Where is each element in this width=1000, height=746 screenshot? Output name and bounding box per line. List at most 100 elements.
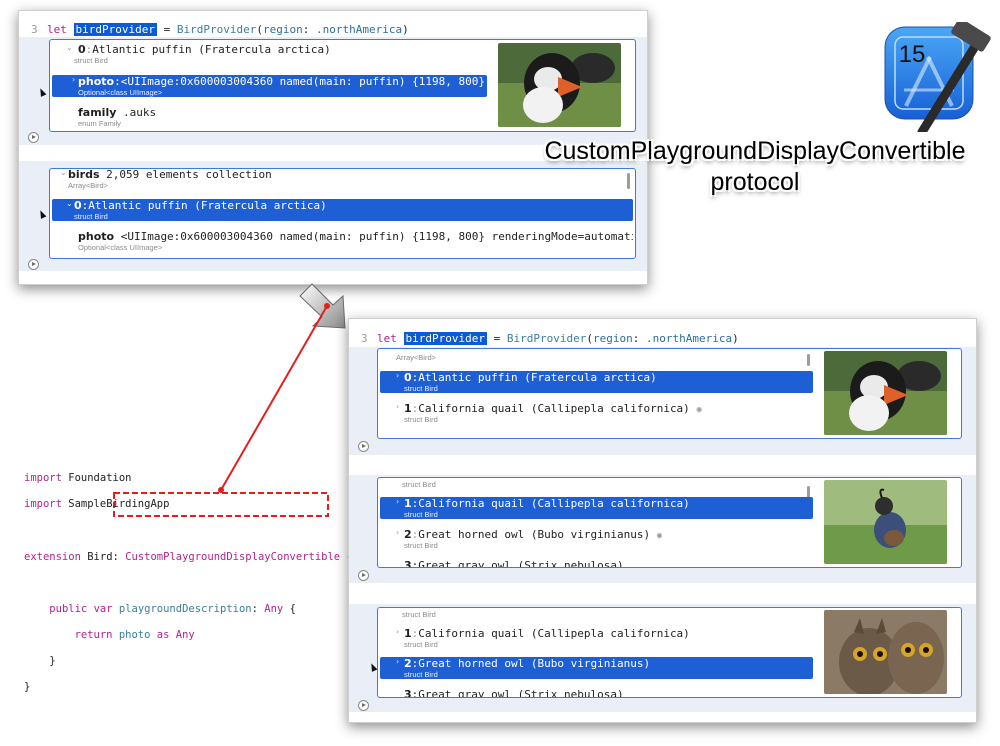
- chevron-down-icon[interactable]: ⌄: [66, 199, 73, 208]
- brace: }: [49, 655, 56, 667]
- item-type: struct Bird: [74, 212, 108, 221]
- chevron-right-icon[interactable]: ›: [396, 497, 399, 506]
- play-button[interactable]: [358, 570, 369, 581]
- param-label: region: [592, 332, 633, 345]
- result-panel-3: struct Bird › 1:California quail (Callip…: [377, 607, 962, 698]
- item-index: 0: [404, 371, 412, 384]
- eye-icon[interactable]: ◉: [657, 531, 662, 541]
- result-panel-1: ⌄ 0: Atlantic puffin (Fratercula arctica)…: [49, 39, 636, 132]
- item-text: Atlantic puffin (Fratercula arctica): [418, 371, 657, 384]
- list-item-selected[interactable]: › 0:Atlantic puffin (Fratercula arctica)…: [380, 371, 813, 393]
- play-button[interactable]: [358, 700, 369, 711]
- item-index: 2: [404, 657, 412, 670]
- param-label: region: [262, 23, 303, 36]
- list-item-selected[interactable]: › photo:<UIImage:0x600003004360 named(ma…: [52, 75, 487, 97]
- list-item-selected[interactable]: › 1:California quail (Callipepla califor…: [380, 497, 813, 519]
- item-name: family: [78, 106, 117, 119]
- param-value: .northAmerica: [645, 332, 733, 345]
- identifier: photo: [118, 629, 151, 641]
- item-text: <UIImage:0x600003004360 named(main: puff…: [120, 230, 633, 243]
- chevron-right-icon[interactable]: ›: [396, 371, 399, 380]
- item-name: birds: [68, 168, 100, 181]
- module-name: SampleBirdingApp: [68, 498, 170, 510]
- type-name: Any: [175, 629, 195, 641]
- keyword: as: [156, 629, 170, 641]
- code-line: import Foundation: [24, 472, 353, 485]
- item-text: <UIImage:0x600003004360 named(main: puff…: [120, 75, 487, 88]
- protocol-name: CustomPlaygroundDisplayConvertible: [125, 551, 341, 563]
- item-index: 2: [404, 528, 412, 541]
- title-line-2: protocol: [710, 168, 800, 196]
- code-line: return photo as Any: [24, 629, 353, 642]
- property-name: playgroundDescription: [118, 603, 252, 615]
- colon: :: [302, 23, 316, 36]
- quail-image: [824, 480, 947, 564]
- play-button[interactable]: [358, 441, 369, 452]
- chevron-down-icon[interactable]: ⌄: [60, 169, 67, 177]
- item-type: struct Bird: [404, 670, 438, 679]
- chevron-right-icon[interactable]: ›: [396, 402, 399, 411]
- result-panel-2: struct Bird › 1:California quail (Callip…: [377, 477, 962, 568]
- item-text: Atlantic puffin (Fratercula arctica): [88, 199, 327, 212]
- item-index: 0: [74, 199, 82, 212]
- owl-image: [824, 610, 947, 694]
- type-name: Any: [264, 603, 284, 615]
- keyword: import: [24, 498, 62, 510]
- module-name: Foundation: [68, 472, 132, 484]
- item-text: Great horned owl (Bubo virginianus): [418, 528, 651, 541]
- item-text: California quail (Callipepla californica…: [418, 402, 690, 415]
- code-line: }: [24, 655, 353, 668]
- sep: :: [114, 75, 121, 88]
- paren-close: ): [732, 332, 739, 345]
- owl-photo: [824, 610, 947, 694]
- item-index: 3: [404, 688, 412, 698]
- quail-photo: [824, 480, 947, 564]
- play-button[interactable]: [28, 132, 39, 143]
- item-text: 2,059 elements collection: [106, 168, 272, 181]
- item-type: struct Bird: [404, 384, 438, 393]
- line-number: 3: [361, 332, 368, 345]
- sep: [114, 230, 121, 243]
- code-line-3: 3 let birdProvider = BirdProvider(region:…: [31, 23, 409, 36]
- item-type: struct Bird: [404, 510, 438, 519]
- code-line-3: 3 let birdProvider = BirdProvider(region:…: [361, 332, 739, 345]
- item-text: .auks: [123, 106, 157, 119]
- swift-code-snippet: import Foundation import SampleBirdingAp…: [24, 459, 353, 707]
- selected-variable[interactable]: birdProvider: [403, 332, 487, 345]
- scrollbar[interactable]: [807, 354, 810, 366]
- item-type: struct Bird: [404, 541, 438, 550]
- item-type: struct Bird: [74, 56, 108, 65]
- keyword: import: [24, 472, 62, 484]
- title-line-1: CustomPlaygroundDisplayConvertible: [544, 137, 966, 165]
- keyword: extension: [24, 551, 81, 563]
- eye-icon[interactable]: ◉: [696, 405, 701, 415]
- chevron-right-icon[interactable]: ›: [396, 627, 399, 636]
- play-button[interactable]: [28, 259, 39, 270]
- brace: }: [24, 681, 31, 693]
- item-type: Array<Bird>: [68, 181, 109, 190]
- chevron-right-icon[interactable]: ›: [396, 528, 399, 537]
- chevron-right-icon[interactable]: ›: [396, 657, 399, 666]
- protocol-title: CustomPlaygroundDisplayConvertible proto…: [520, 136, 990, 198]
- selected-variable[interactable]: birdProvider: [73, 23, 157, 36]
- brace: {: [289, 603, 296, 615]
- paren-open: (: [586, 332, 593, 345]
- item-index: 1: [404, 627, 412, 640]
- colon: :: [112, 551, 119, 563]
- xcode-15-icon: 15: [882, 18, 994, 137]
- type-name: BirdProvider: [176, 23, 257, 36]
- chevron-down-icon[interactable]: ⌄: [66, 43, 73, 52]
- item-index: 0: [78, 43, 86, 56]
- bottom-playground-window: 3 let birdProvider = BirdProvider(region:…: [348, 318, 977, 723]
- item-name: photo: [78, 230, 115, 243]
- item-text: Great gray owl (Strix nebulosa): [418, 559, 624, 568]
- keyword-let: let: [377, 332, 397, 345]
- list-item[interactable]: photo <UIImage:0x600003004360 named(main…: [52, 230, 633, 252]
- list-item-selected[interactable]: › 2:Great horned owl (Bubo virginianus) …: [380, 657, 813, 679]
- type-name: Bird: [87, 551, 113, 563]
- result-panel-1: Array<Bird> › 0:Atlantic puffin (Fraterc…: [377, 348, 962, 439]
- collection-type: Array<Bird>: [396, 353, 437, 362]
- list-item-selected[interactable]: ⌄ 0:Atlantic puffin (Fratercula arctica)…: [52, 199, 633, 221]
- chevron-right-icon[interactable]: ›: [72, 75, 75, 84]
